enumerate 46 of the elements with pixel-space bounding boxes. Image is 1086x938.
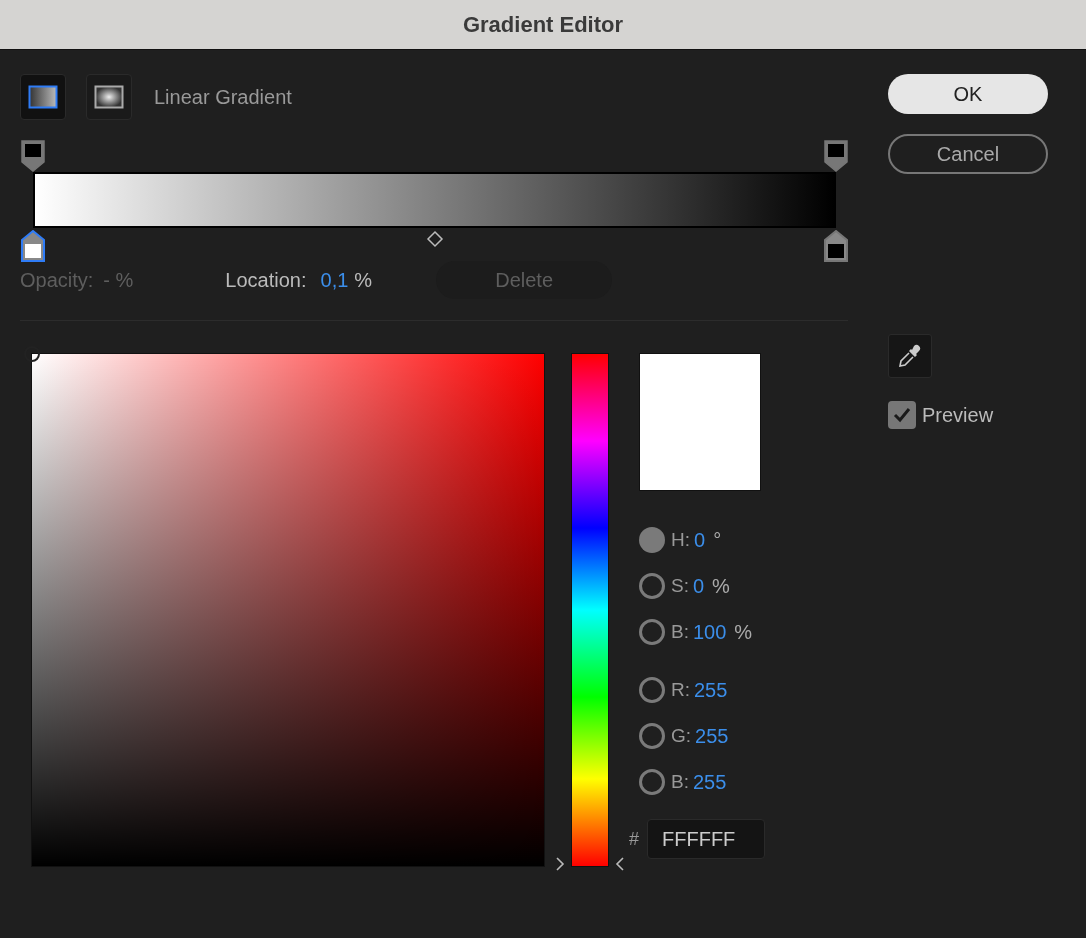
checkmark-icon (892, 405, 912, 425)
radio-button[interactable] (639, 769, 665, 795)
channel-label: R: (671, 677, 690, 702)
opacity-stop-icon[interactable] (824, 140, 848, 172)
opacity-stop-icon[interactable] (21, 140, 45, 172)
unit-label: % (734, 620, 753, 645)
window-title: Gradient Editor (462, 11, 624, 39)
eyedropper-button[interactable] (888, 334, 932, 378)
channel-value[interactable]: 100 (692, 617, 727, 647)
linear-gradient-button[interactable] (20, 74, 66, 120)
radio-button[interactable] (639, 527, 665, 553)
channel-label: S: (671, 573, 689, 598)
channel-value[interactable]: 255 (692, 767, 727, 797)
channel-label: B: (671, 769, 689, 794)
linear-gradient-icon (28, 85, 58, 109)
hex-label: # (629, 827, 639, 851)
channel-value[interactable]: 0 (692, 571, 705, 601)
channel-value[interactable]: 255 (694, 675, 728, 705)
radial-gradient-button[interactable] (86, 74, 132, 120)
radio-button[interactable] (639, 619, 665, 645)
channel-value[interactable]: 255 (695, 721, 729, 751)
color-stop-icon[interactable] (824, 230, 848, 262)
location-label: Location: (225, 268, 307, 293)
channel-label: H: (671, 527, 690, 552)
channel-value[interactable]: 0 (694, 525, 706, 555)
unit-label: % (712, 574, 730, 599)
cancel-button[interactable]: Cancel (888, 134, 1048, 174)
location-value[interactable]: 0,1 (320, 265, 349, 295)
channel-label: G: (671, 723, 692, 748)
ok-button[interactable]: OK (888, 74, 1048, 114)
color-stop-icon[interactable] (21, 230, 45, 262)
radio-button[interactable] (639, 573, 665, 599)
radio-button[interactable] (639, 723, 665, 749)
unit-label: ° (713, 528, 722, 553)
opacity-label: Opacity: (20, 268, 94, 293)
preview-label: Preview (922, 403, 994, 428)
radial-gradient-icon (94, 85, 124, 109)
location-unit: % (354, 268, 373, 293)
hex-input-field[interactable]: FFFFFF (647, 819, 765, 859)
hue-slider-handle[interactable] (555, 857, 625, 871)
opacity-value: - % (103, 268, 134, 293)
midpoint-diamond-icon[interactable] (426, 230, 444, 248)
gradient-type-label: Linear Gradient (154, 85, 292, 110)
channel-label: B: (671, 619, 689, 644)
preview-checkbox[interactable] (888, 401, 916, 429)
radio-button[interactable] (639, 677, 665, 703)
